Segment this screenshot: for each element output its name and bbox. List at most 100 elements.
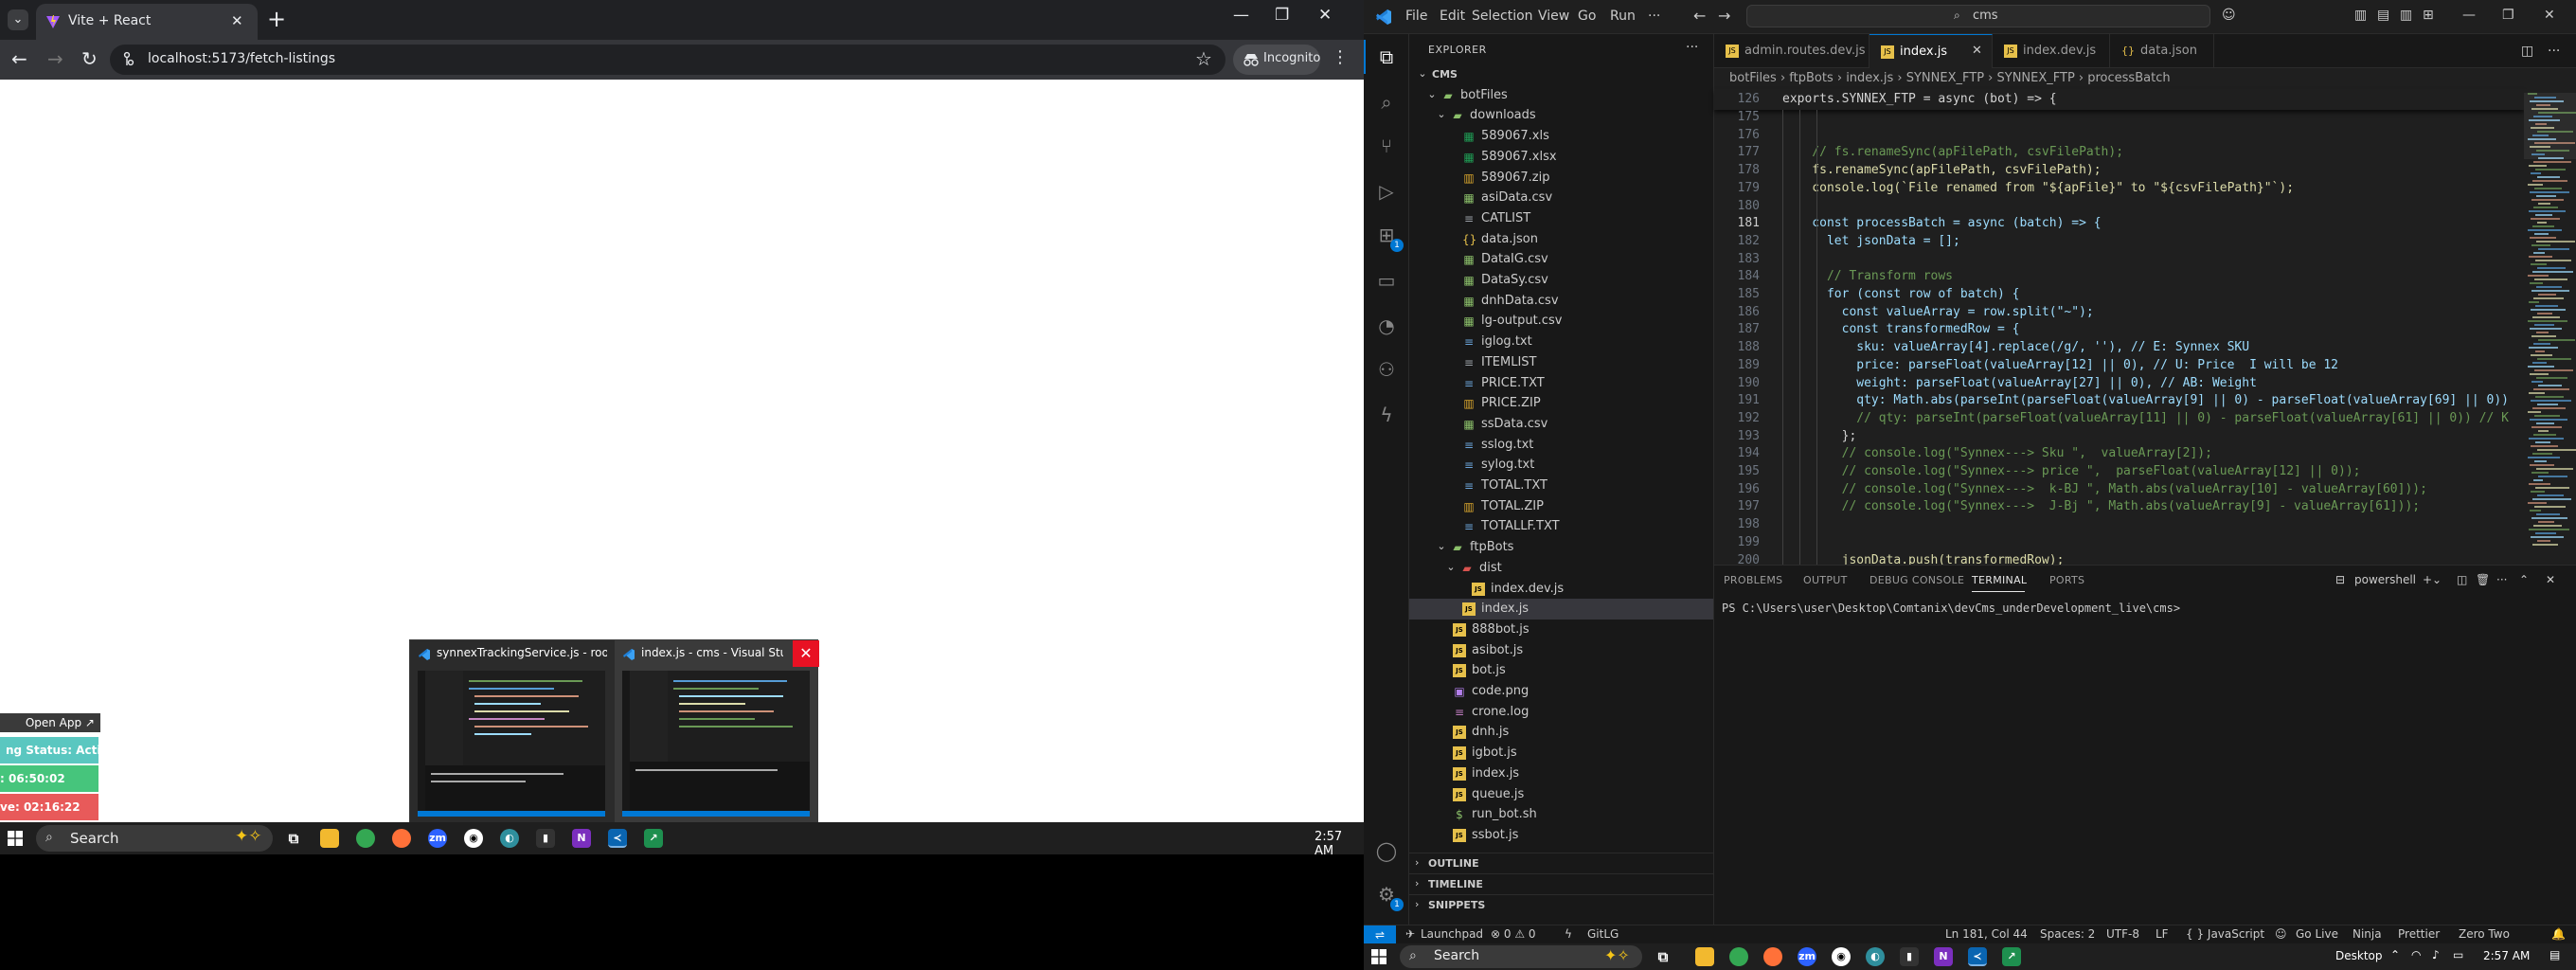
tray-chevron-icon[interactable]: ⌃ (2390, 948, 2400, 961)
more-actions-icon[interactable]: ··· (2496, 573, 2507, 586)
tree-item[interactable]: JS 888bot.js (1409, 620, 1713, 640)
tree-item[interactable]: JS dnh.js (1409, 722, 1713, 743)
tree-item[interactable]: ≡ iglog.txt (1409, 332, 1713, 352)
task-view-icon[interactable]: ⧉ (1654, 947, 1673, 966)
open-app-button[interactable]: Open App ↗ (0, 713, 100, 732)
layout-auxbar-icon[interactable]: ▥ (2400, 8, 2412, 23)
preview-card-active[interactable]: index.js - cms - Visual Stu... (615, 640, 817, 824)
gitlg-item[interactable]: GitLG (1587, 927, 1619, 941)
taskbar-search[interactable]: ⌕ Search ✦✧ (36, 825, 273, 852)
chrome-icon[interactable] (1729, 947, 1748, 966)
tree-item[interactable]: ▦ 589067.xls (1409, 126, 1713, 147)
command-center[interactable]: ⌕ cms (1746, 5, 2210, 27)
restore-icon[interactable]: ❐ (2502, 8, 2514, 23)
forward-icon[interactable]: → (1718, 7, 1730, 25)
tree-item[interactable]: ▦ lg-output.csv (1409, 311, 1713, 332)
tab-index-dev[interactable]: JS index.dev.js (1993, 34, 2110, 68)
language-mode[interactable]: { } JavaScript (2186, 927, 2264, 941)
github-icon[interactable]: ◉ (1832, 947, 1851, 966)
tree-item[interactable]: JS igbot.js (1409, 743, 1713, 763)
app-icon[interactable]: ↗ (2002, 947, 2021, 966)
windows-start-icon[interactable] (1371, 949, 1386, 964)
restore-icon[interactable]: ❐ (1275, 6, 1289, 25)
close-icon[interactable]: ✕ (231, 12, 243, 29)
cursor-position[interactable]: Ln 181, Col 44 (1945, 927, 2028, 941)
tree-item[interactable]: ▦ dnhData.csv (1409, 291, 1713, 312)
more-actions-icon[interactable]: ··· (2548, 44, 2560, 59)
close-window-icon[interactable]: ✕ (2544, 8, 2555, 23)
menu-go[interactable]: Go (1578, 9, 1596, 24)
close-window-icon[interactable]: ✕ (1318, 6, 1332, 25)
zoom-icon[interactable]: zm (428, 829, 447, 848)
search-icon[interactable]: ⌕ (1375, 91, 1398, 114)
source-control-icon[interactable]: ⑂ (1375, 135, 1398, 157)
app-icon[interactable]: ◐ (1866, 947, 1885, 966)
tree-item[interactable]: JS asibot.js (1409, 640, 1713, 661)
more-menu-icon[interactable]: ··· (1648, 9, 1660, 24)
panel-tab-debug-console[interactable]: DEBUG CONSOLE (1869, 574, 1964, 586)
volume-icon[interactable]: ♪ (2432, 948, 2440, 961)
tree-item[interactable]: ≡ crone.log (1409, 702, 1713, 723)
layout-panel-icon[interactable]: ▤ (2377, 8, 2389, 23)
section-outline[interactable]: › OUTLINE (1409, 853, 1713, 873)
tree-item[interactable]: ⌄ ▰ dist (1409, 558, 1713, 579)
app-icon[interactable]: ◐ (500, 829, 519, 848)
tree-item[interactable]: JS index.js (1409, 763, 1713, 784)
tree-item[interactable]: ▥ PRICE.ZIP (1409, 393, 1713, 414)
file-explorer-icon[interactable] (320, 829, 339, 848)
run-debug-icon[interactable]: ▷ (1375, 180, 1398, 203)
bookmark-star-icon[interactable]: ☆ (1195, 47, 1212, 70)
copilot-status-icon[interactable]: ☺ (2275, 927, 2287, 941)
indentation[interactable]: Spaces: 2 (2040, 927, 2095, 941)
app-icon[interactable]: ↗ (644, 829, 663, 848)
terminal-prompt[interactable]: PS C:\Users\user\Desktop\Comtanix\devCms… (1722, 602, 2180, 615)
bell-icon[interactable]: 🔔 (2551, 927, 2566, 941)
tab-index-js[interactable]: JS index.js ✕ (1869, 34, 1993, 68)
tree-item[interactable]: ▦ asiData.csv (1409, 188, 1713, 208)
minimap[interactable] (2524, 89, 2576, 565)
more-actions-icon[interactable]: ··· (1686, 40, 1698, 55)
tree-item[interactable]: ▦ DataIG.csv (1409, 249, 1713, 270)
customize-layout-icon[interactable]: ⊞ (2423, 8, 2434, 23)
tab-search-button[interactable]: ⌄ (8, 9, 28, 30)
remote-indicator-icon[interactable]: ⇌ (1364, 925, 1396, 944)
remote-explorer-icon[interactable]: ▭ (1375, 269, 1398, 292)
ninja-item[interactable]: Ninja (2352, 927, 2382, 941)
minimize-icon[interactable]: — (1233, 6, 1249, 25)
desktop-label[interactable]: Desktop (2335, 949, 2383, 962)
tree-item[interactable]: ≡ sslog.txt (1409, 435, 1713, 456)
file-explorer-icon[interactable] (1695, 947, 1714, 966)
plug-icon[interactable]: ϟ (1565, 927, 1572, 941)
explorer-icon[interactable]: ⧉ (1375, 45, 1398, 68)
minimap-slider[interactable] (2524, 93, 2576, 159)
trash-icon[interactable]: 🗑 (2476, 573, 2490, 586)
launchpad-item[interactable]: Launchpad (1421, 927, 1483, 941)
tree-item[interactable]: JS ssbot.js (1409, 825, 1713, 846)
tree-item[interactable]: ≡ PRICE.TXT (1409, 373, 1713, 394)
new-tab-button[interactable]: + (267, 6, 286, 32)
tree-item[interactable]: ▥ TOTAL.ZIP (1409, 496, 1713, 517)
terminal-icon[interactable]: ▮ (1900, 947, 1919, 966)
panel-tab-terminal[interactable]: TERMINAL (1972, 574, 2027, 586)
back-icon[interactable]: ← (11, 47, 27, 70)
tree-item[interactable]: JS queue.js (1409, 784, 1713, 805)
tree-item[interactable]: ≡ CATLIST (1409, 208, 1713, 229)
encoding[interactable]: UTF-8 (2106, 927, 2139, 941)
tree-item[interactable]: ⌄ CMS (1409, 64, 1713, 85)
eol[interactable]: LF (2156, 927, 2169, 941)
tree-item[interactable]: ▦ DataSy.csv (1409, 270, 1713, 291)
thunder-client-icon[interactable]: ϟ (1375, 404, 1398, 426)
panel-tab-ports[interactable]: PORTS (2049, 574, 2084, 586)
tab-admin-routes[interactable]: JS admin.routes.dev.js (1714, 34, 1869, 68)
menu-selection[interactable]: Selection (1472, 9, 1533, 24)
onenote-icon[interactable]: N (1934, 947, 1953, 966)
preview-card[interactable]: synnexTrackingService.js - root ... (410, 640, 613, 824)
menu-edit[interactable]: Edit (1440, 9, 1465, 24)
notification-icon[interactable]: ▤ (2549, 948, 2560, 961)
forward-icon[interactable]: → (47, 47, 63, 70)
tree-item[interactable]: ≡ TOTALLF.TXT (1409, 516, 1713, 537)
browser-tab[interactable]: Vite + React ✕ (36, 4, 258, 40)
tree-item[interactable]: ≡ TOTAL.TXT (1409, 476, 1713, 496)
zoom-icon[interactable]: zm (1798, 947, 1816, 966)
terminal-shell-name[interactable]: powershell (2354, 573, 2416, 586)
